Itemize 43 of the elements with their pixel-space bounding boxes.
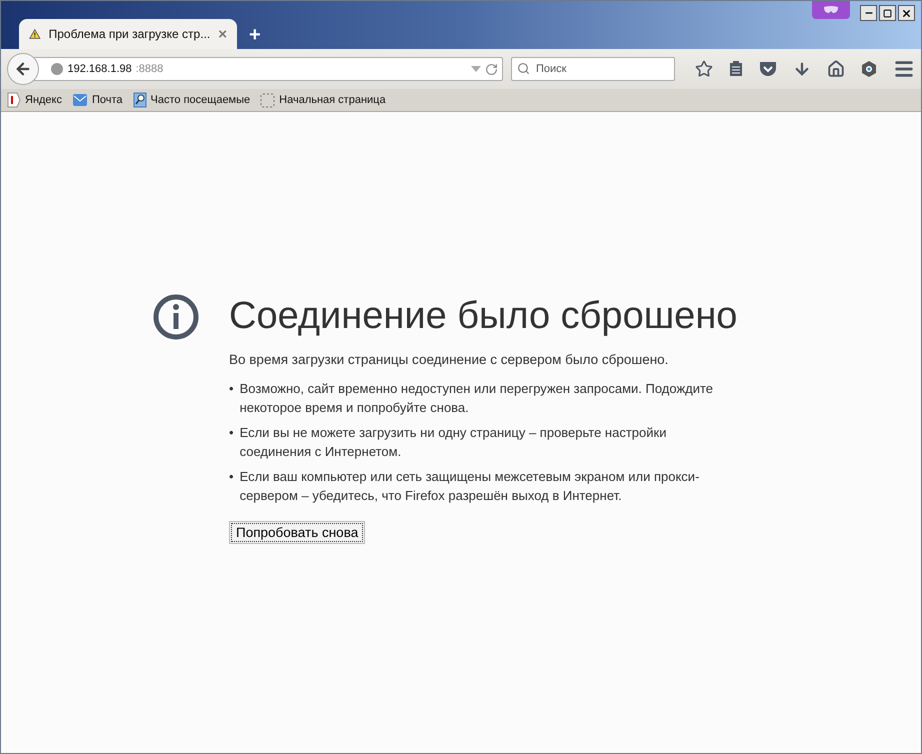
clipboard-icon[interactable]: [729, 61, 743, 77]
bookmark-link[interactable]: Яндекс: [7, 92, 62, 108]
error-title: Соединение было сброшено: [229, 294, 738, 338]
suggestion-item: Если вы не можете загрузить ни одну страницу – проверьте настройки соединения с Интернетом.: [240, 424, 668, 461]
close-icon: [901, 8, 912, 18]
address-field[interactable]: 192.168.1.98 :8888: [32, 57, 503, 81]
suggestion-item: Возможно, сайт временно недоступен или перегружен запросами. Подождите некоторое время и попробуйте снова.: [240, 380, 714, 417]
bookmark-star-icon[interactable]: [695, 60, 713, 78]
close-tab-button[interactable]: ×: [218, 26, 227, 42]
private-mask-icon: [812, 1, 850, 19]
envelope-icon: [72, 93, 88, 107]
search-icon: [517, 62, 530, 75]
tab-title: Проблема при загрузке стр...: [48, 27, 210, 41]
browser-tab[interactable]: Проблема при загрузке стр... ×: [19, 19, 237, 49]
reload-icon[interactable]: [485, 62, 498, 76]
bookmark-link[interactable]: Почта: [72, 93, 123, 107]
back-button[interactable]: [7, 53, 39, 85]
bullet: •: [229, 424, 234, 442]
bullet: •: [229, 468, 234, 486]
eye-hexagon-icon[interactable]: [861, 60, 877, 78]
search-field[interactable]: Поиск: [511, 57, 675, 81]
home-icon[interactable]: [827, 60, 845, 78]
url-host: 192.168.1.98: [68, 63, 132, 75]
warning-icon: [29, 27, 41, 41]
bookmark-link[interactable]: Часто посещаемые: [132, 92, 250, 108]
retry-button[interactable]: Попробовать снова: [229, 521, 366, 544]
magnifier-page-icon: [132, 92, 147, 108]
pocket-icon[interactable]: [759, 61, 777, 77]
error-description: Во время загрузки страницы соединение с сервером было сброшено.: [229, 352, 670, 367]
bookmark-link[interactable]: Начальная страница: [260, 92, 386, 108]
maximize-icon: [883, 8, 892, 18]
url-port: :8888: [136, 63, 164, 75]
new-tab-button[interactable]: +: [249, 25, 261, 45]
bullet: •: [229, 380, 234, 398]
bookmark-icon: [7, 92, 21, 108]
maximize-button[interactable]: [879, 5, 896, 21]
dashed-square-icon: [260, 92, 276, 108]
info-icon: [153, 294, 199, 340]
download-icon[interactable]: [793, 60, 811, 78]
minimize-button[interactable]: [860, 5, 877, 21]
close-button[interactable]: [898, 5, 915, 21]
suggestion-item: Если ваш компьютер или сеть защищены межсетевым экраном или прокси-сервером – убедитесь, что Firefox разрешён выход в Интернет.: [240, 468, 700, 505]
menu-icon[interactable]: [893, 58, 915, 80]
